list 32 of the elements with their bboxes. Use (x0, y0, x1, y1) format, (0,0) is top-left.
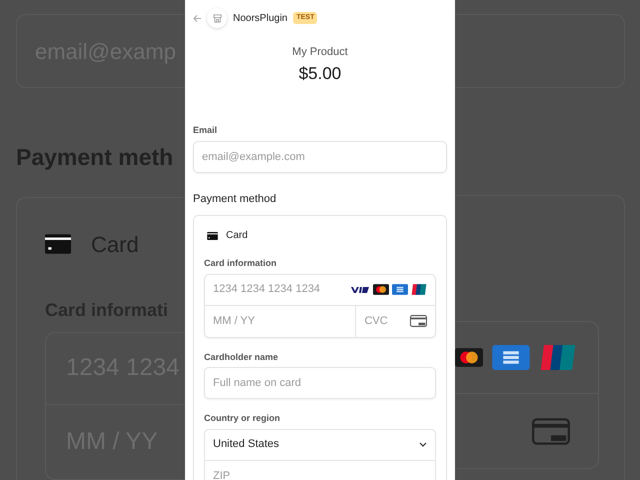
email-label: Email (193, 124, 218, 137)
address-field[interactable]: United States ZIP (204, 428, 436, 480)
product-name: My Product (291, 45, 349, 60)
unionpay-logo-icon (411, 284, 427, 295)
card-icon (45, 234, 71, 254)
back-arrow-icon[interactable] (193, 14, 202, 22)
visa-logo-icon (350, 284, 370, 294)
cvc-input[interactable]: CVC (364, 312, 410, 330)
cardholder-field[interactable]: Full name on card (204, 367, 436, 399)
cardholder-label: Cardholder name (204, 350, 280, 364)
expiry-input[interactable]: MM / YY (205, 306, 356, 336)
cvc-card-icon (410, 315, 427, 327)
country-select[interactable]: United States (205, 430, 435, 460)
payment-heading: Payment method (193, 192, 278, 206)
amex-logo-icon (491, 345, 531, 370)
merchant-name: NoorsPlugin (233, 12, 288, 26)
card-number-input[interactable]: 1234 1234 1234 1234 (213, 281, 350, 298)
country-label: Country or region (204, 412, 281, 425)
card-field[interactable]: 1234 1234 1234 1234 MM / YY CVC (204, 274, 436, 338)
mastercard-logo-icon (455, 345, 483, 370)
mastercard-logo-icon (373, 284, 389, 295)
store-icon (212, 14, 222, 22)
product-price: $5.00 (298, 62, 342, 84)
card-icon (207, 232, 218, 240)
zip-input[interactable]: ZIP (205, 460, 435, 480)
card-info-label: Card information (204, 257, 278, 270)
card-method-label[interactable]: Card (226, 228, 248, 243)
chevron-down-icon (419, 442, 427, 447)
amex-logo-icon (392, 284, 408, 295)
unionpay-logo-icon (539, 345, 577, 370)
email-field[interactable]: email@example.com (193, 140, 447, 172)
cvc-card-icon (532, 418, 570, 444)
